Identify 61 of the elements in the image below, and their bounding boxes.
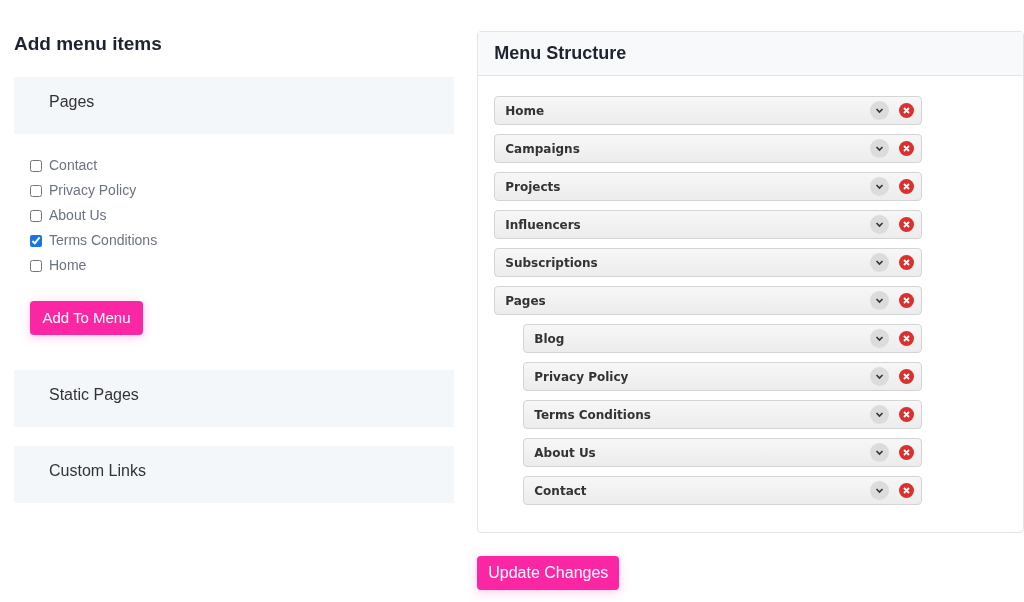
menu-item-label: About Us bbox=[534, 444, 597, 462]
chevron-down-icon[interactable] bbox=[870, 101, 890, 120]
chevron-down-icon[interactable] bbox=[870, 177, 890, 196]
menu-item[interactable]: Subscriptions bbox=[494, 248, 923, 277]
menu-item[interactable]: Privacy Policy bbox=[523, 362, 923, 391]
checkbox-label: Privacy Policy bbox=[49, 181, 137, 200]
chevron-down-icon[interactable] bbox=[870, 291, 890, 310]
close-icon[interactable] bbox=[899, 141, 915, 156]
close-icon[interactable] bbox=[899, 369, 915, 384]
chevron-down-icon[interactable] bbox=[870, 405, 890, 424]
checkbox[interactable] bbox=[30, 159, 42, 172]
accordion-header[interactable]: Pages bbox=[14, 77, 455, 134]
close-icon[interactable] bbox=[899, 331, 915, 346]
chevron-down-icon[interactable] bbox=[870, 367, 890, 386]
menu-item-label: Blog bbox=[534, 330, 566, 348]
close-icon[interactable] bbox=[899, 103, 915, 118]
checkbox-label: Home bbox=[49, 256, 87, 275]
menu-item-label: Campaigns bbox=[505, 140, 581, 158]
menu-item[interactable]: Contact bbox=[523, 476, 923, 505]
menu-item[interactable]: Blog bbox=[523, 324, 923, 353]
menu-item-label: Pages bbox=[505, 292, 547, 310]
menu-item-label: Subscriptions bbox=[505, 254, 599, 272]
menu-item[interactable]: About Us bbox=[523, 438, 923, 467]
chevron-down-icon[interactable] bbox=[870, 481, 890, 500]
checkbox-label: About Us bbox=[49, 206, 107, 225]
menu-item[interactable]: Pages bbox=[494, 286, 923, 315]
panel-title: Menu Structure bbox=[494, 42, 627, 65]
checkbox-label: Contact bbox=[49, 156, 98, 175]
add-to-menu-button[interactable]: Add To Menu bbox=[30, 301, 143, 335]
menu-item[interactable]: Campaigns bbox=[494, 134, 923, 163]
checkbox[interactable] bbox=[30, 184, 42, 197]
close-icon[interactable] bbox=[899, 445, 915, 460]
close-icon[interactable] bbox=[899, 293, 915, 308]
menu-item[interactable]: Influencers bbox=[494, 210, 923, 239]
close-icon[interactable] bbox=[899, 483, 915, 498]
menu-item-label: Contact bbox=[534, 482, 588, 500]
chevron-down-icon[interactable] bbox=[870, 215, 890, 234]
accordion-header[interactable]: Static Pages bbox=[14, 370, 455, 427]
checkbox[interactable] bbox=[30, 209, 42, 222]
section-heading: Add menu items bbox=[14, 33, 163, 55]
close-icon[interactable] bbox=[899, 407, 915, 422]
close-icon[interactable] bbox=[899, 217, 915, 232]
menu-item-label: Privacy Policy bbox=[534, 368, 630, 386]
menu-item-label: Terms Conditions bbox=[534, 406, 652, 424]
chevron-down-icon[interactable] bbox=[870, 253, 890, 272]
chevron-down-icon[interactable] bbox=[870, 329, 890, 348]
menu-item[interactable]: Terms Conditions bbox=[523, 400, 923, 429]
checkbox[interactable] bbox=[30, 234, 42, 247]
checkbox[interactable] bbox=[30, 259, 42, 272]
close-icon[interactable] bbox=[899, 179, 915, 194]
menu-item-label: Home bbox=[505, 102, 546, 120]
accordion-header[interactable]: Custom Links bbox=[14, 446, 455, 503]
close-icon[interactable] bbox=[899, 255, 915, 270]
menu-item[interactable]: Home bbox=[494, 96, 923, 125]
menu-item[interactable]: Projects bbox=[494, 172, 923, 201]
menu-item-label: Projects bbox=[505, 178, 562, 196]
chevron-down-icon[interactable] bbox=[870, 443, 890, 462]
chevron-down-icon[interactable] bbox=[870, 139, 890, 158]
menu-item-label: Influencers bbox=[505, 216, 582, 234]
checkbox-label: Terms Conditions bbox=[49, 231, 158, 250]
update-changes-button[interactable]: Update Changes bbox=[477, 556, 620, 590]
